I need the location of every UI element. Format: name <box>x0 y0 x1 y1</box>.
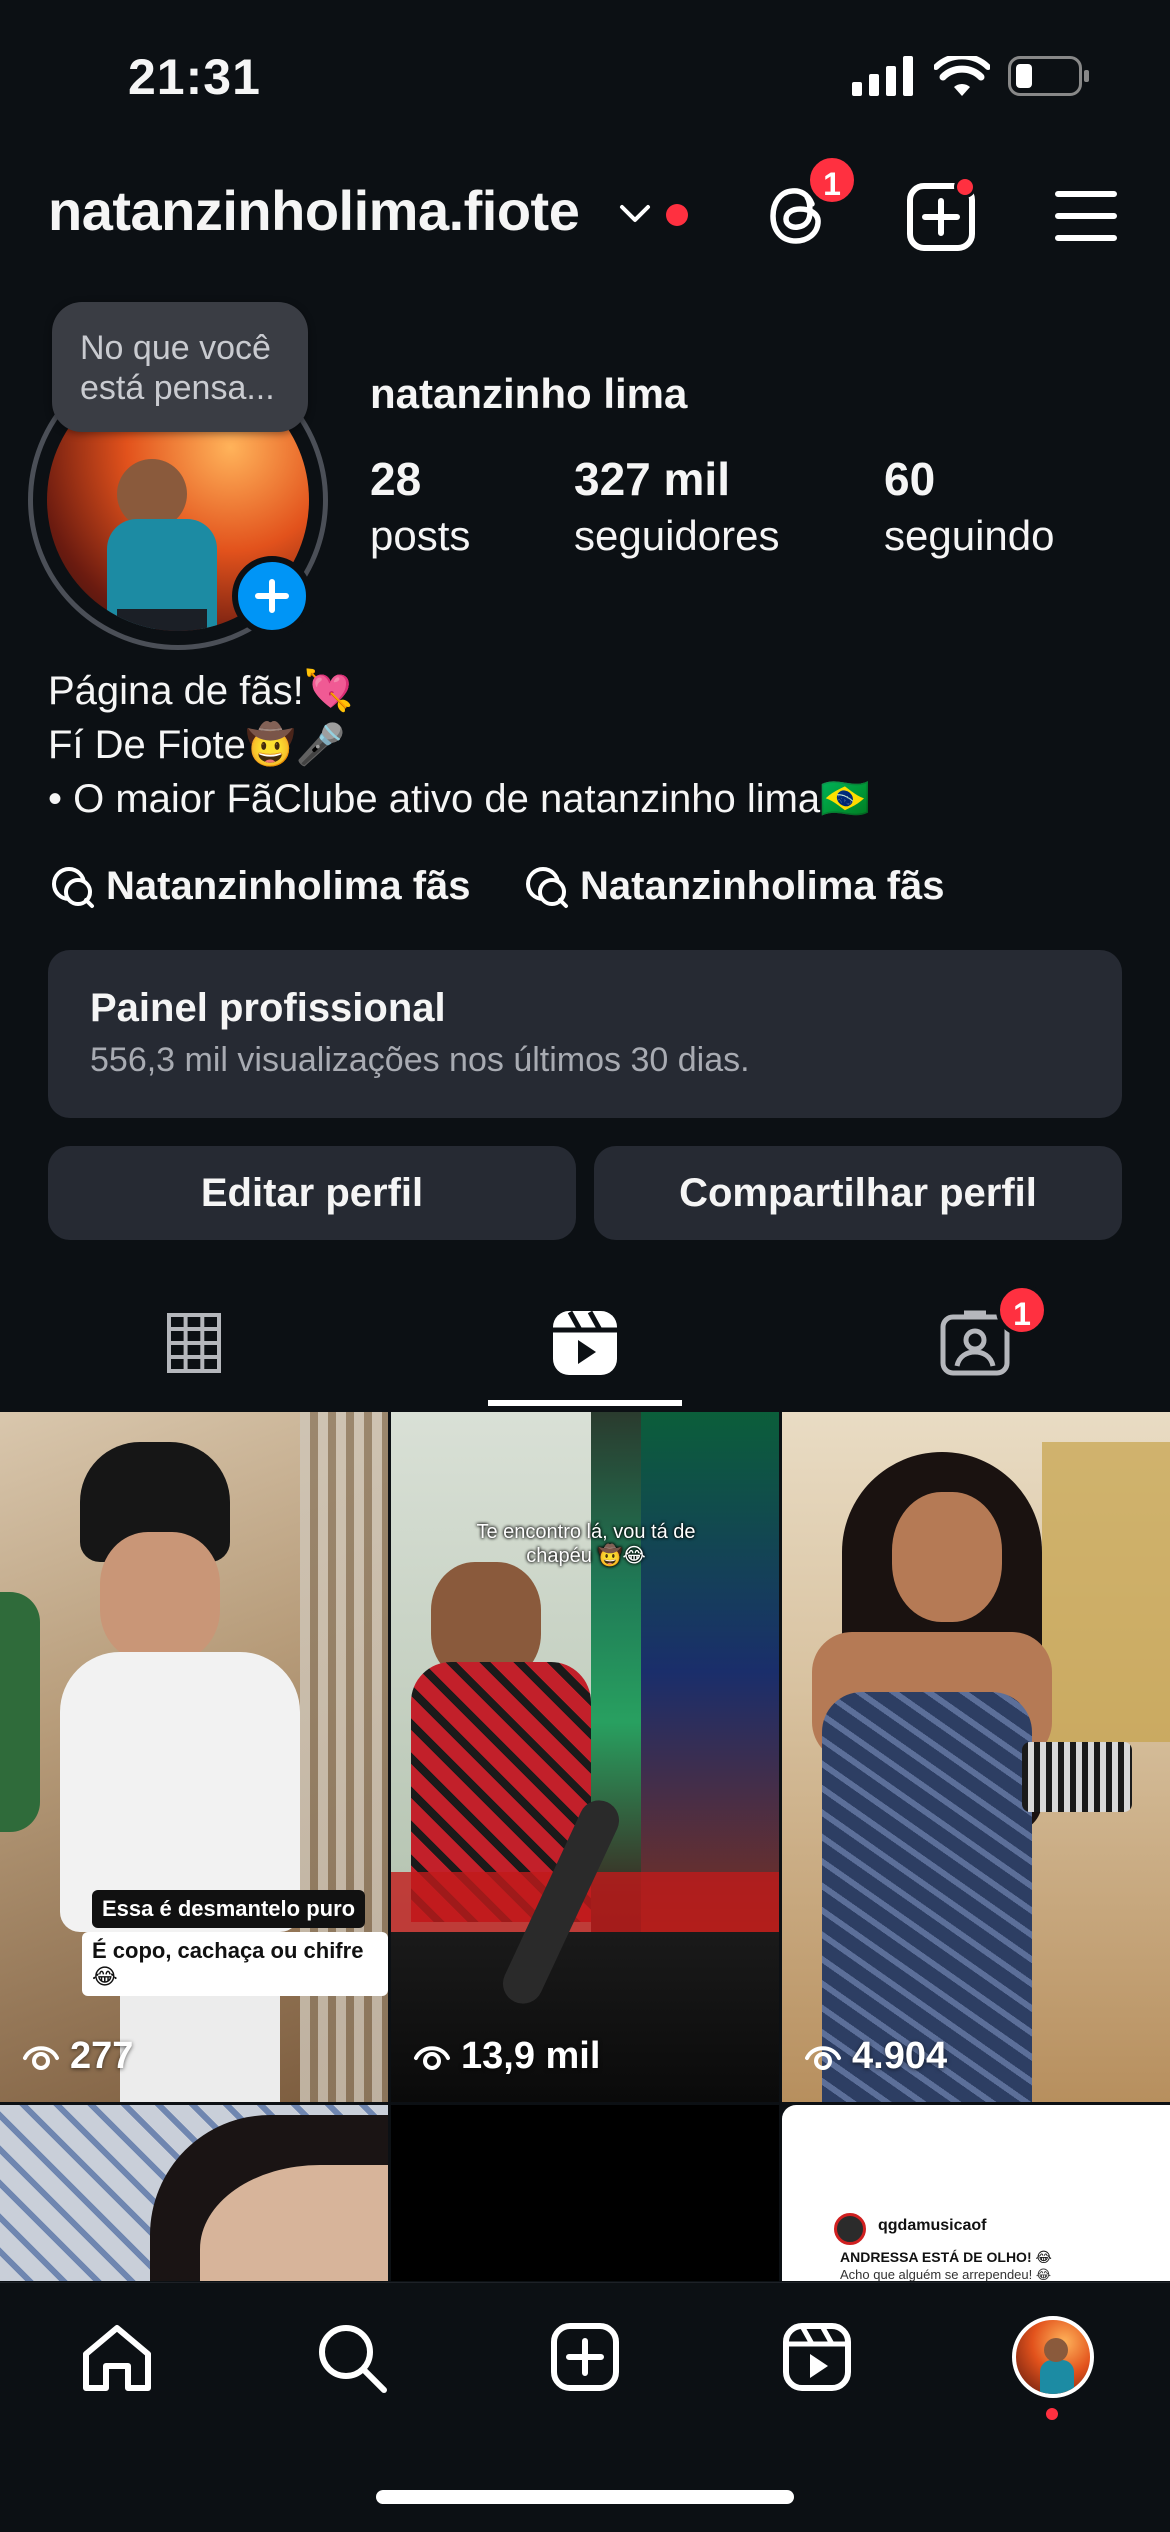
menu-icon[interactable] <box>1054 188 1118 244</box>
create-unread-dot <box>954 176 976 198</box>
reel-thumbnail[interactable]: 4.904 <box>782 1412 1170 2102</box>
stat-following-value: 60 <box>884 453 936 505</box>
chevron-down-icon[interactable] <box>618 202 652 226</box>
reel-caption-2: É copo, cachaça ou chifre 😂 <box>82 1932 388 1996</box>
profile-unread-dot <box>1046 2408 1058 2420</box>
card-line-2: Acho que alguém se arrependeu! 😂 <box>840 2267 1052 2281</box>
reel-views-count: 4.904 <box>852 2035 948 2077</box>
reels-tab-icon[interactable] <box>550 1308 620 1378</box>
account-switcher-username[interactable]: natanzinholima.fiote <box>48 178 580 243</box>
reel-caption-1: Essa é desmantelo puro <box>92 1890 366 1928</box>
reel-thumbnail[interactable]: Te encontro lá, vou tá de chapéu 🤠😂 13,9… <box>391 1412 779 2102</box>
home-icon[interactable] <box>80 2322 154 2394</box>
search-icon[interactable] <box>316 2322 388 2394</box>
dashboard-subtitle: 556,3 mil visualizações nos últimos 30 d… <box>90 1041 750 1079</box>
reel-thumbnail[interactable]: qgdamusicaof ANDRESSA ESTÁ DE OLHO! 😂 Ac… <box>782 2105 1170 2281</box>
threads-notification-badge: 1 <box>806 154 858 206</box>
reel-views: 4.904 <box>804 2035 947 2078</box>
bio-line-2: Fí De Fiote🤠🎤 <box>48 723 346 767</box>
share-profile-button[interactable]: Compartilhar perfil <box>594 1146 1122 1240</box>
reel-thumbnail[interactable] <box>391 2105 779 2281</box>
home-indicator <box>376 2490 794 2504</box>
wifi-icon <box>934 56 990 96</box>
views-eye-icon <box>23 2045 59 2070</box>
reel-views-count: 13,9 mil <box>461 2035 601 2077</box>
views-eye-icon <box>414 2045 450 2070</box>
stat-following[interactable]: 60 seguindo <box>884 452 1054 560</box>
plus-icon <box>255 579 289 613</box>
cellular-signal-icon <box>852 56 916 96</box>
unread-dot <box>666 204 688 226</box>
stat-posts[interactable]: 28 posts <box>370 452 470 560</box>
card-account: qgdamusicaof <box>878 2217 987 2234</box>
grid-tab-icon[interactable] <box>166 1312 222 1374</box>
dashboard-title: Painel profissional <box>90 986 446 1030</box>
threads-link-2[interactable]: Natanzinholima fãs <box>522 862 945 910</box>
stat-followers-value: 327 mil <box>574 453 730 505</box>
reel-views: 13,9 mil <box>413 2035 600 2078</box>
bio-line-1: Página de fãs!💘 <box>48 669 354 713</box>
create-icon[interactable] <box>550 2322 620 2392</box>
professional-dashboard[interactable]: Painel profissional 556,3 mil visualizaç… <box>48 950 1122 1118</box>
threads-link-1-label: Natanzinholima fãs <box>106 863 471 908</box>
threads-link-2-label: Natanzinholima fãs <box>580 863 945 908</box>
stat-following-label: seguindo <box>884 512 1055 559</box>
note-bubble[interactable]: No que você está pensa... <box>52 302 308 432</box>
bio-line-3: • O maior FãClube ativo de natanzinho li… <box>48 777 870 821</box>
stat-followers[interactable]: 327 mil seguidores <box>574 452 779 560</box>
reel-views-count: 277 <box>70 2035 134 2077</box>
edit-profile-button[interactable]: Editar perfil <box>48 1146 576 1240</box>
reel-thumbnail[interactable]: Essa é desmantelo puro É copo, cachaça o… <box>0 1412 388 2102</box>
stat-followers-label: seguidores <box>574 512 780 559</box>
status-time: 21:31 <box>128 49 261 105</box>
tagged-notification-badge: 1 <box>996 1284 1048 1336</box>
display-name: natanzinho lima <box>370 370 688 417</box>
reel-thumbnail[interactable] <box>0 2105 388 2281</box>
stat-posts-value: 28 <box>370 453 422 505</box>
add-story-button[interactable] <box>232 556 312 636</box>
note-text: No que você está pensa... <box>80 329 275 407</box>
stat-posts-label: posts <box>370 512 471 559</box>
reels-tab-indicator <box>488 1400 682 1406</box>
reel-caption: Te encontro lá, vou tá de chapéu 🤠😂 <box>476 1521 696 1567</box>
reels-icon[interactable] <box>782 2322 852 2392</box>
threads-chat-icon <box>526 867 568 908</box>
views-eye-icon <box>805 2045 841 2070</box>
reel-views: 277 <box>22 2035 133 2078</box>
battery-icon <box>1008 56 1089 96</box>
threads-chat-icon <box>52 867 94 908</box>
profile-nav-avatar[interactable] <box>1012 2316 1094 2398</box>
card-line-1: ANDRESSA ESTÁ DE OLHO! 😂 <box>840 2249 1052 2265</box>
threads-link-1[interactable]: Natanzinholima fãs <box>48 862 471 910</box>
bio: Página de fãs!💘 Fí De Fiote🤠🎤 • O maior … <box>48 664 1128 826</box>
